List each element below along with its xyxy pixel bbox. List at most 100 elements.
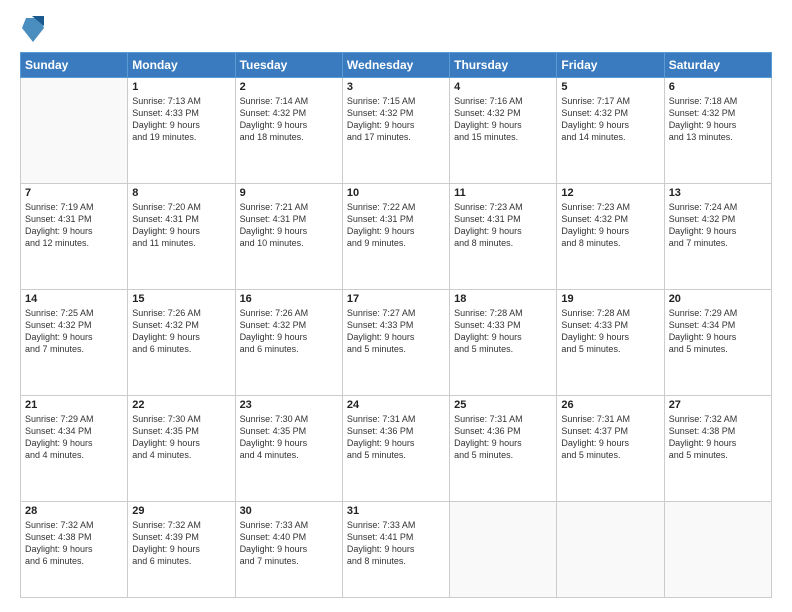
- day-number: 6: [669, 81, 767, 93]
- calendar-cell: 12Sunrise: 7:23 AM Sunset: 4:32 PM Dayli…: [557, 183, 664, 289]
- day-info: Sunrise: 7:23 AM Sunset: 4:31 PM Dayligh…: [454, 201, 552, 250]
- calendar-cell: 19 Sunrise: 7:28 AM Sunset: 4:33 PM Dayli…: [557, 289, 664, 395]
- day-info: Sunrise: 7:28 AM Sunset: 4:33 PM Dayligh…: [561, 307, 659, 356]
- calendar-cell: 8 Sunrise: 7:20 AM Sunset: 4:31 PM Daylig…: [128, 183, 235, 289]
- day-info: Sunrise: 7:15 AM Sunset: 4:32 PM Dayligh…: [347, 95, 445, 144]
- day-number: 4: [454, 81, 552, 93]
- calendar-cell: 29 Sunrise: 7:32 AM Sunset: 4:39 PM Dayli…: [128, 501, 235, 597]
- day-info: Sunrise: 7:33 AM Sunset: 4:40 PM Dayligh…: [240, 519, 338, 568]
- day-info: Sunrise: 7:26 AM Sunset: 4:32 PM Dayligh…: [240, 307, 338, 356]
- calendar-cell: 31Sunrise: 7:33 AM Sunset: 4:41 PM Dayli…: [342, 501, 449, 597]
- day-info: Sunrise: 7:31 AM Sunset: 4:36 PM Dayligh…: [454, 413, 552, 462]
- calendar-cell: 2 Sunrise: 7:14 AM Sunset: 4:32 PM Daylig…: [235, 78, 342, 184]
- logo-icon: [22, 14, 44, 42]
- calendar-cell: [450, 501, 557, 597]
- calendar-cell: 6 Sunrise: 7:18 AM Sunset: 4:32 PM Daylig…: [664, 78, 771, 184]
- page: SundayMondayTuesdayWednesdayThursdayFrid…: [0, 0, 792, 612]
- day-number: 19: [561, 293, 659, 305]
- day-info: Sunrise: 7:32 AM Sunset: 4:39 PM Dayligh…: [132, 519, 230, 568]
- day-info: Sunrise: 7:20 AM Sunset: 4:31 PM Dayligh…: [132, 201, 230, 250]
- calendar-week-row: 14Sunrise: 7:25 AM Sunset: 4:32 PM Dayli…: [21, 289, 772, 395]
- day-info: Sunrise: 7:24 AM Sunset: 4:32 PM Dayligh…: [669, 201, 767, 250]
- day-number: 20: [669, 293, 767, 305]
- day-number: 5: [561, 81, 659, 93]
- day-number: 29: [132, 505, 230, 517]
- day-info: Sunrise: 7:14 AM Sunset: 4:32 PM Dayligh…: [240, 95, 338, 144]
- calendar-cell: [21, 78, 128, 184]
- calendar-cell: 14Sunrise: 7:25 AM Sunset: 4:32 PM Dayli…: [21, 289, 128, 395]
- day-number: 18: [454, 293, 552, 305]
- day-number: 2: [240, 81, 338, 93]
- calendar-cell: 16 Sunrise: 7:26 AM Sunset: 4:32 PM Dayli…: [235, 289, 342, 395]
- day-number: 15: [132, 293, 230, 305]
- day-info: Sunrise: 7:28 AM Sunset: 4:33 PM Dayligh…: [454, 307, 552, 356]
- day-number: 23: [240, 399, 338, 411]
- day-number: 12: [561, 187, 659, 199]
- calendar-cell: 10Sunrise: 7:22 AM Sunset: 4:31 PM Dayli…: [342, 183, 449, 289]
- header: [20, 18, 772, 42]
- calendar-cell: 5 Sunrise: 7:17 AM Sunset: 4:32 PM Daylig…: [557, 78, 664, 184]
- calendar-header-row: SundayMondayTuesdayWednesdayThursdayFrid…: [21, 53, 772, 78]
- calendar-header-thursday: Thursday: [450, 53, 557, 78]
- calendar-header-wednesday: Wednesday: [342, 53, 449, 78]
- calendar-week-row: 1Sunrise: 7:13 AM Sunset: 4:33 PM Daylig…: [21, 78, 772, 184]
- calendar-cell: 26 Sunrise: 7:31 AM Sunset: 4:37 PM Dayli…: [557, 395, 664, 501]
- day-number: 25: [454, 399, 552, 411]
- calendar-cell: [664, 501, 771, 597]
- day-info: Sunrise: 7:31 AM Sunset: 4:37 PM Dayligh…: [561, 413, 659, 462]
- day-number: 11: [454, 187, 552, 199]
- day-number: 8: [132, 187, 230, 199]
- calendar-cell: 18 Sunrise: 7:28 AM Sunset: 4:33 PM Dayli…: [450, 289, 557, 395]
- calendar-header-friday: Friday: [557, 53, 664, 78]
- day-info: Sunrise: 7:30 AM Sunset: 4:35 PM Dayligh…: [132, 413, 230, 462]
- calendar-cell: 24Sunrise: 7:31 AM Sunset: 4:36 PM Dayli…: [342, 395, 449, 501]
- calendar-cell: 27Sunrise: 7:32 AM Sunset: 4:38 PM Dayli…: [664, 395, 771, 501]
- calendar-week-row: 28 Sunrise: 7:32 AM Sunset: 4:38 PM Dayli…: [21, 501, 772, 597]
- calendar-cell: 28 Sunrise: 7:32 AM Sunset: 4:38 PM Dayli…: [21, 501, 128, 597]
- day-number: 17: [347, 293, 445, 305]
- calendar-cell: 17 Sunrise: 7:27 AM Sunset: 4:33 PM Dayli…: [342, 289, 449, 395]
- day-info: Sunrise: 7:27 AM Sunset: 4:33 PM Dayligh…: [347, 307, 445, 356]
- day-info: Sunrise: 7:29 AM Sunset: 4:34 PM Dayligh…: [25, 413, 123, 462]
- calendar-cell: 9 Sunrise: 7:21 AM Sunset: 4:31 PM Daylig…: [235, 183, 342, 289]
- calendar-cell: 30 Sunrise: 7:33 AM Sunset: 4:40 PM Dayli…: [235, 501, 342, 597]
- day-number: 7: [25, 187, 123, 199]
- calendar-cell: 25 Sunrise: 7:31 AM Sunset: 4:36 PM Dayli…: [450, 395, 557, 501]
- day-info: Sunrise: 7:17 AM Sunset: 4:32 PM Dayligh…: [561, 95, 659, 144]
- calendar-cell: 21Sunrise: 7:29 AM Sunset: 4:34 PM Dayli…: [21, 395, 128, 501]
- calendar-cell: 22 Sunrise: 7:30 AM Sunset: 4:35 PM Dayli…: [128, 395, 235, 501]
- day-info: Sunrise: 7:29 AM Sunset: 4:34 PM Dayligh…: [669, 307, 767, 356]
- day-number: 22: [132, 399, 230, 411]
- calendar-header-monday: Monday: [128, 53, 235, 78]
- day-number: 26: [561, 399, 659, 411]
- calendar-cell: [557, 501, 664, 597]
- day-number: 3: [347, 81, 445, 93]
- day-number: 13: [669, 187, 767, 199]
- day-number: 16: [240, 293, 338, 305]
- day-info: Sunrise: 7:16 AM Sunset: 4:32 PM Dayligh…: [454, 95, 552, 144]
- calendar-cell: 11 Sunrise: 7:23 AM Sunset: 4:31 PM Dayli…: [450, 183, 557, 289]
- calendar-cell: 1Sunrise: 7:13 AM Sunset: 4:33 PM Daylig…: [128, 78, 235, 184]
- day-info: Sunrise: 7:31 AM Sunset: 4:36 PM Dayligh…: [347, 413, 445, 462]
- calendar-header-saturday: Saturday: [664, 53, 771, 78]
- logo: [20, 18, 44, 42]
- calendar-cell: 3 Sunrise: 7:15 AM Sunset: 4:32 PM Daylig…: [342, 78, 449, 184]
- day-number: 30: [240, 505, 338, 517]
- calendar-cell: 20 Sunrise: 7:29 AM Sunset: 4:34 PM Dayli…: [664, 289, 771, 395]
- day-number: 28: [25, 505, 123, 517]
- calendar-week-row: 21Sunrise: 7:29 AM Sunset: 4:34 PM Dayli…: [21, 395, 772, 501]
- calendar-cell: 4 Sunrise: 7:16 AM Sunset: 4:32 PM Daylig…: [450, 78, 557, 184]
- day-info: Sunrise: 7:18 AM Sunset: 4:32 PM Dayligh…: [669, 95, 767, 144]
- calendar-table: SundayMondayTuesdayWednesdayThursdayFrid…: [20, 52, 772, 598]
- day-info: Sunrise: 7:26 AM Sunset: 4:32 PM Dayligh…: [132, 307, 230, 356]
- day-number: 9: [240, 187, 338, 199]
- day-number: 31: [347, 505, 445, 517]
- day-info: Sunrise: 7:19 AM Sunset: 4:31 PM Dayligh…: [25, 201, 123, 250]
- day-info: Sunrise: 7:32 AM Sunset: 4:38 PM Dayligh…: [25, 519, 123, 568]
- day-number: 10: [347, 187, 445, 199]
- day-info: Sunrise: 7:30 AM Sunset: 4:35 PM Dayligh…: [240, 413, 338, 462]
- calendar-week-row: 7 Sunrise: 7:19 AM Sunset: 4:31 PM Daylig…: [21, 183, 772, 289]
- calendar-cell: 15 Sunrise: 7:26 AM Sunset: 4:32 PM Dayli…: [128, 289, 235, 395]
- calendar-cell: 7 Sunrise: 7:19 AM Sunset: 4:31 PM Daylig…: [21, 183, 128, 289]
- day-info: Sunrise: 7:21 AM Sunset: 4:31 PM Dayligh…: [240, 201, 338, 250]
